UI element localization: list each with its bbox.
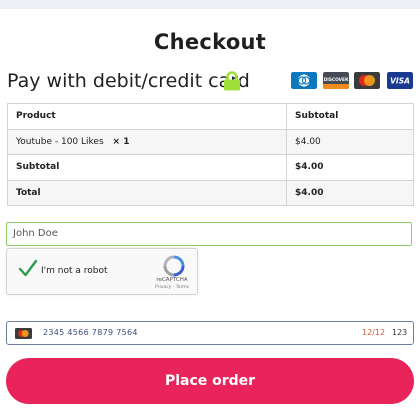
total-value: $4.00 (286, 179, 414, 206)
recaptcha-widget: I'm not a robot reCAPTCHA Privacy - Term… (6, 248, 198, 295)
recaptcha-brand: reCAPTCHA (156, 277, 188, 283)
recaptcha-logo-icon (163, 255, 185, 277)
card-cvc[interactable]: 123 (392, 328, 407, 337)
card-number[interactable]: 2345 4566 7879 7564 (43, 328, 138, 337)
recaptcha-checkbox[interactable] (16, 257, 40, 281)
discover-icon: DISCOVER (323, 72, 349, 89)
order-summary-table: Product Subtotal Youtube - 100 Likes × 1… (7, 103, 414, 206)
lock-icon (224, 71, 240, 91)
mastercard-icon (354, 72, 380, 89)
total-label: Total (7, 179, 287, 206)
place-order-button[interactable]: Place order (6, 358, 414, 404)
card-logos: DISCOVER VISA (291, 72, 414, 92)
payment-header: Pay with debit/credit card DISCOVER VISA (7, 69, 417, 95)
discover-text: DISCOVER (324, 77, 349, 83)
table-row: Youtube - 100 Likes × 1 $4.00 (7, 128, 414, 155)
visa-text: VISA (390, 77, 410, 86)
total-row: Total $4.00 (7, 179, 414, 206)
table-header-row: Product Subtotal (7, 103, 414, 130)
recaptcha-label: I'm not a robot (41, 266, 108, 276)
recaptcha-terms-link[interactable]: Privacy - Terms (147, 285, 197, 290)
card-input[interactable]: 2345 4566 7879 7564 12/12 123 (6, 321, 414, 345)
product-cell: Youtube - 100 Likes × 1 (7, 128, 287, 155)
visa-icon: VISA (387, 72, 413, 89)
payment-heading: Pay with debit/credit card (7, 70, 250, 92)
item-subtotal: $4.00 (286, 128, 414, 155)
subtotal-label: Subtotal (7, 154, 287, 181)
name-field[interactable]: John Doe (6, 222, 412, 246)
product-header: Product (7, 103, 287, 130)
subtotal-header: Subtotal (286, 103, 414, 130)
subtotal-value: $4.00 (286, 154, 414, 181)
top-bar (0, 0, 420, 9)
mastercard-icon (15, 328, 32, 339)
product-name: Youtube - 100 Likes (16, 136, 104, 147)
subtotal-row: Subtotal $4.00 (7, 154, 414, 181)
page-title: Checkout (153, 30, 267, 54)
card-expiry[interactable]: 12/12 (362, 328, 385, 337)
product-qty: × 1 (112, 136, 130, 147)
diners-icon (291, 72, 317, 89)
